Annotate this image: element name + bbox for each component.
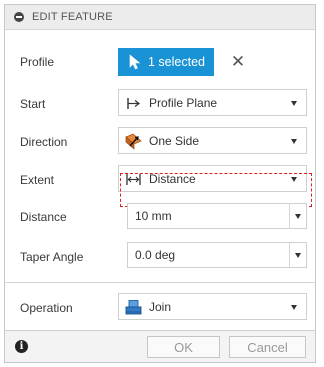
- info-icon[interactable]: i: [15, 340, 28, 353]
- profile-select-label: 1 selected: [148, 55, 205, 69]
- dialog-footer: i OK Cancel: [5, 330, 315, 362]
- section-divider: [5, 282, 315, 283]
- panel-title: EDIT FEATURE: [32, 11, 113, 23]
- edit-feature-panel: EDIT FEATURE Profile 1 selected ✕ Start …: [4, 4, 316, 363]
- profile-plane-icon: [127, 98, 140, 109]
- chevron-down-icon: [291, 101, 297, 106]
- start-value: Profile Plane: [149, 96, 218, 110]
- collapse-icon[interactable]: [14, 12, 24, 22]
- direction-dropdown[interactable]: One Side: [118, 127, 307, 154]
- join-icon: [125, 300, 142, 315]
- dropdown-divider: [289, 204, 290, 228]
- ok-button[interactable]: OK: [147, 336, 220, 358]
- direction-label: Direction: [20, 135, 68, 149]
- distance-highlight-frame: [120, 173, 312, 207]
- cursor-arrow-icon: [129, 54, 141, 70]
- dropdown-divider: [289, 243, 290, 267]
- start-label: Start: [20, 97, 46, 111]
- operation-dropdown[interactable]: Join: [118, 293, 307, 320]
- one-side-icon: [125, 133, 142, 150]
- operation-value: Join: [149, 300, 172, 314]
- profile-label: Profile: [20, 55, 55, 69]
- direction-value: One Side: [149, 134, 200, 148]
- distance-value: 10 mm: [135, 209, 172, 223]
- start-dropdown[interactable]: Profile Plane: [118, 89, 307, 116]
- operation-label: Operation: [20, 301, 73, 315]
- taper-angle-label: Taper Angle: [20, 250, 84, 264]
- distance-input[interactable]: 10 mm: [127, 203, 307, 229]
- extent-label: Extent: [20, 173, 55, 187]
- taper-angle-value: 0.0 deg: [135, 248, 176, 262]
- cancel-button[interactable]: Cancel: [229, 336, 306, 358]
- chevron-down-icon: [291, 139, 297, 144]
- profile-select-button[interactable]: 1 selected: [118, 48, 214, 76]
- chevron-down-icon: [291, 305, 297, 310]
- chevron-down-icon[interactable]: [295, 214, 301, 219]
- clear-selection-icon[interactable]: ✕: [228, 52, 248, 72]
- distance-label: Distance: [20, 210, 67, 224]
- panel-header: EDIT FEATURE: [5, 5, 315, 30]
- chevron-down-icon[interactable]: [295, 253, 301, 258]
- taper-angle-input[interactable]: 0.0 deg: [127, 242, 307, 268]
